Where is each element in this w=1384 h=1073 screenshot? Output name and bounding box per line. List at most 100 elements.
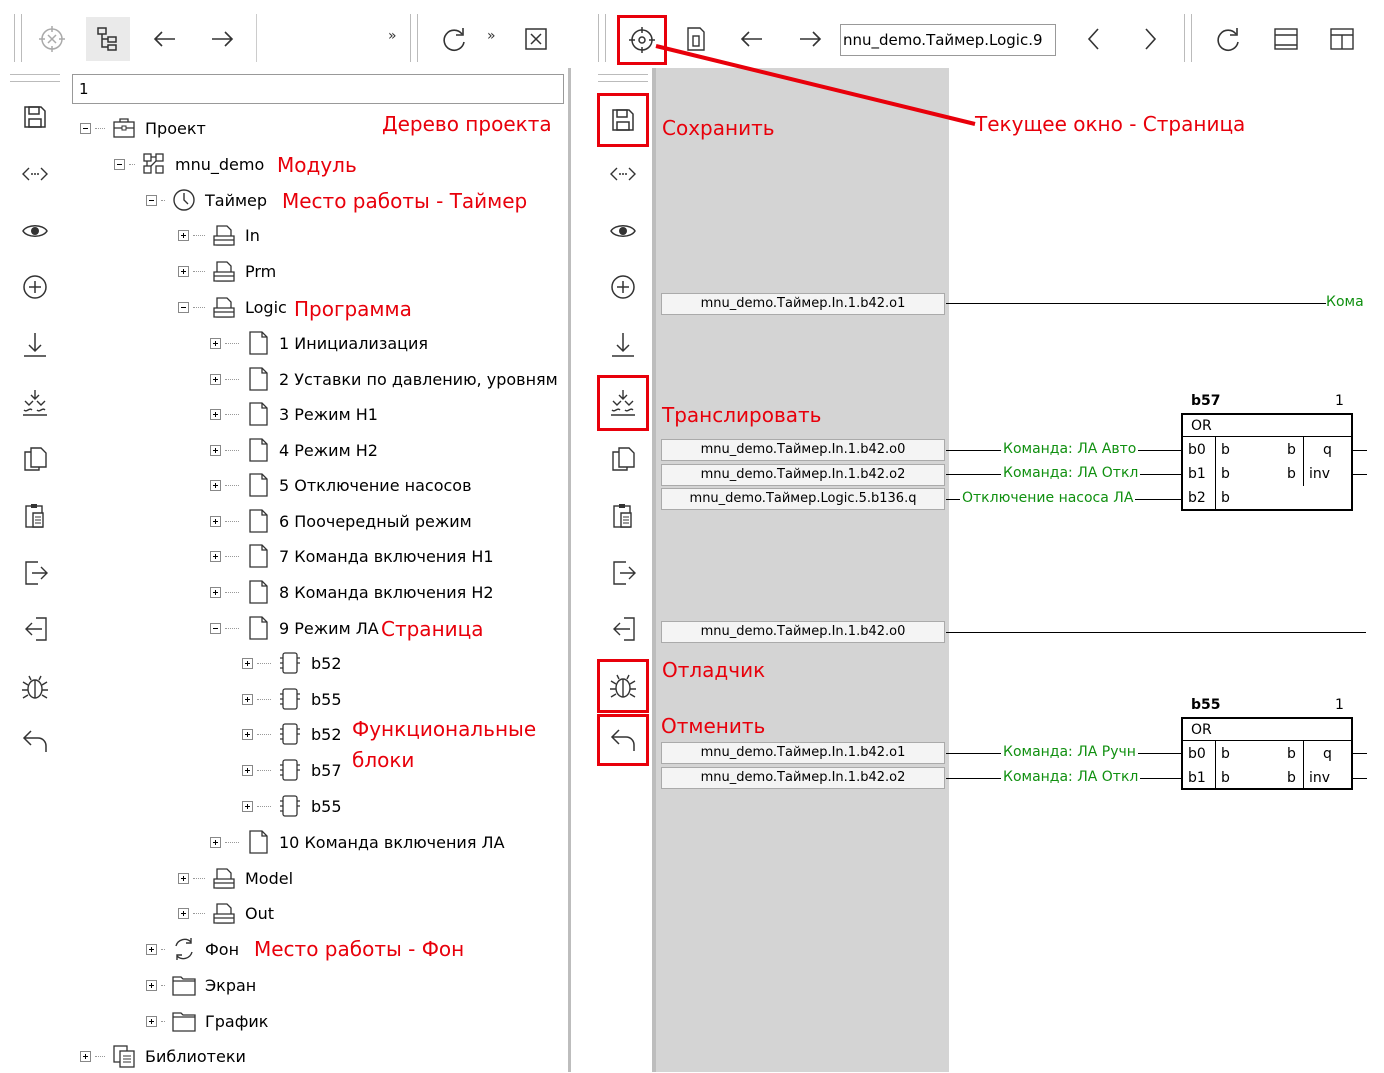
tree-node-function-block[interactable]: b52: [242, 646, 342, 680]
bug-icon[interactable]: [597, 659, 649, 713]
more-chevron[interactable]: »: [388, 28, 397, 44]
collapse-toggle[interactable]: [146, 194, 157, 206]
expand-toggle[interactable]: [242, 728, 253, 740]
expand-toggle[interactable]: [146, 979, 157, 991]
expand-toggle[interactable]: [178, 907, 189, 919]
tree-node-in[interactable]: In: [178, 218, 260, 252]
chevron-left-icon[interactable]: [1072, 17, 1116, 61]
signal-input[interactable]: mnu_demo.Таймер.In.1.b42.o1: [661, 742, 945, 764]
tree-node-page[interactable]: 9 Режим ЛА: [210, 611, 379, 645]
tree-node-page[interactable]: 1 Инициализация: [210, 326, 428, 360]
tree-node-screen[interactable]: Экран: [146, 968, 256, 1002]
code-icon[interactable]: [600, 151, 646, 197]
locate-icon[interactable]: [617, 15, 667, 65]
copy-icon[interactable]: [12, 436, 58, 482]
expand-toggle[interactable]: [210, 586, 221, 598]
panel-splitter[interactable]: [568, 68, 571, 1072]
toolbar-grip[interactable]: [14, 14, 22, 62]
expand-toggle[interactable]: [242, 764, 253, 776]
back-arrow-icon[interactable]: [730, 17, 774, 61]
expand-toggle[interactable]: [242, 693, 253, 705]
toolbar-grip[interactable]: [598, 74, 648, 82]
tree-node-prm[interactable]: Prm: [178, 254, 276, 288]
signal-input[interactable]: mnu_demo.Таймер.In.1.b42.o2: [661, 464, 945, 486]
eye-icon[interactable]: [600, 208, 646, 254]
panel-top-icon[interactable]: [1264, 17, 1308, 61]
expand-toggle[interactable]: [178, 229, 189, 241]
tree-node-page[interactable]: 2 Уставки по давлению, уровням: [210, 362, 558, 396]
signal-input[interactable]: mnu_demo.Таймер.In.1.b42.o1: [661, 293, 945, 315]
expand-toggle[interactable]: [178, 265, 189, 277]
signal-input[interactable]: mnu_demo.Таймер.In.1.b42.o0: [661, 621, 945, 643]
tree-node-page[interactable]: 7 Команда включения Н1: [210, 539, 494, 573]
toolbar-grip[interactable]: [1184, 14, 1192, 62]
tree-node-page[interactable]: 4 Режим Н2: [210, 433, 378, 467]
download-icon[interactable]: [600, 322, 646, 368]
locate-icon[interactable]: [30, 17, 74, 61]
paste-icon[interactable]: [600, 493, 646, 539]
tree-node-page[interactable]: 8 Команда включения Н2: [210, 575, 494, 609]
tree-node-function-block[interactable]: b55: [242, 682, 342, 716]
tree-view-icon[interactable]: [86, 17, 130, 61]
refresh-icon[interactable]: [432, 17, 476, 61]
code-icon[interactable]: [12, 151, 58, 197]
tree-node-module[interactable]: mnu_demo: [114, 147, 264, 181]
tree-node-logic[interactable]: Logic: [178, 290, 287, 324]
expand-toggle[interactable]: [146, 1015, 157, 1027]
expand-toggle[interactable]: [210, 408, 221, 420]
eye-icon[interactable]: [12, 208, 58, 254]
paste-icon[interactable]: [12, 493, 58, 539]
expand-toggle[interactable]: [210, 836, 221, 848]
logic-canvas[interactable]: [949, 68, 1384, 1072]
chevron-right-icon[interactable]: [1128, 17, 1172, 61]
signal-input[interactable]: mnu_demo.Таймер.In.1.b42.o0: [661, 439, 945, 461]
signal-input[interactable]: mnu_demo.Таймер.Logic.5.b136.q: [661, 488, 945, 510]
tree-node-timer[interactable]: Таймер: [146, 183, 267, 217]
tree-node-out[interactable]: Out: [178, 896, 274, 930]
save-icon[interactable]: [12, 94, 58, 140]
translate-icon[interactable]: [12, 380, 58, 426]
toolbar-grip[interactable]: [598, 14, 606, 62]
expand-toggle[interactable]: [210, 444, 221, 456]
save-icon[interactable]: [597, 93, 649, 147]
collapse-toggle[interactable]: [114, 158, 125, 170]
back-arrow-icon[interactable]: [143, 17, 187, 61]
tree-node-graph[interactable]: График: [146, 1004, 268, 1038]
tree-filter-input[interactable]: [72, 74, 564, 104]
toolbar-grip[interactable]: [10, 74, 60, 82]
import-icon[interactable]: [600, 606, 646, 652]
undo-icon[interactable]: [597, 714, 649, 766]
tree-node-page[interactable]: 3 Режим Н1: [210, 397, 378, 431]
function-block-b57[interactable]: OR b0 b b1 b b2 b b q b inv: [1181, 413, 1353, 511]
tree-node-page[interactable]: 5 Отключение насосов: [210, 468, 472, 502]
export-icon[interactable]: [12, 550, 58, 596]
signal-input[interactable]: mnu_demo.Таймер.In.1.b42.o2: [661, 767, 945, 789]
expand-toggle[interactable]: [80, 1050, 91, 1062]
translate-icon[interactable]: [597, 375, 649, 431]
tree-node-page[interactable]: 6 Поочередный режим: [210, 504, 472, 538]
tree-node-model[interactable]: Model: [178, 861, 293, 895]
panel-split-icon[interactable]: [1320, 17, 1364, 61]
function-block-b55[interactable]: OR b0 b b1 b b q b inv: [1181, 717, 1353, 790]
expand-toggle[interactable]: [146, 943, 157, 955]
more-chevron[interactable]: »: [487, 28, 496, 44]
add-icon[interactable]: [12, 264, 58, 310]
add-icon[interactable]: [600, 264, 646, 310]
toolbar-grip[interactable]: [410, 14, 418, 62]
expand-toggle[interactable]: [178, 872, 189, 884]
expand-toggle[interactable]: [242, 800, 253, 812]
tree-node-page[interactable]: 10 Команда включения ЛА: [210, 825, 505, 859]
expand-toggle[interactable]: [210, 373, 221, 385]
tree-node-libraries[interactable]: Библиотеки: [80, 1039, 246, 1073]
tree-node-background[interactable]: Фон: [146, 932, 239, 966]
page-icon[interactable]: [674, 17, 718, 61]
expand-toggle[interactable]: [210, 337, 221, 349]
tree-node-function-block[interactable]: b55: [242, 789, 342, 823]
collapse-toggle[interactable]: [80, 122, 91, 134]
undo-icon[interactable]: [12, 718, 58, 764]
download-icon[interactable]: [12, 322, 58, 368]
expand-toggle[interactable]: [242, 657, 253, 669]
copy-icon[interactable]: [600, 436, 646, 482]
forward-arrow-icon[interactable]: [200, 17, 244, 61]
expand-toggle[interactable]: [210, 550, 221, 562]
